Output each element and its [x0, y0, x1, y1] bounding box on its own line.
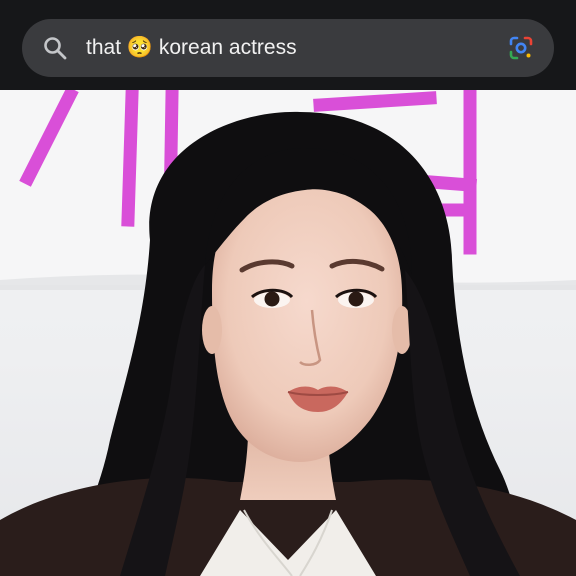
search-bar[interactable]: that 🥺 korean actress	[22, 19, 554, 77]
result-photo	[0, 90, 576, 576]
actress-photo-illustration	[0, 90, 576, 576]
google-lens-icon[interactable]	[508, 35, 534, 61]
search-header: that 🥺 korean actress	[0, 0, 576, 90]
search-query-text[interactable]: that 🥺 korean actress	[86, 36, 508, 60]
search-icon[interactable]	[42, 35, 68, 61]
